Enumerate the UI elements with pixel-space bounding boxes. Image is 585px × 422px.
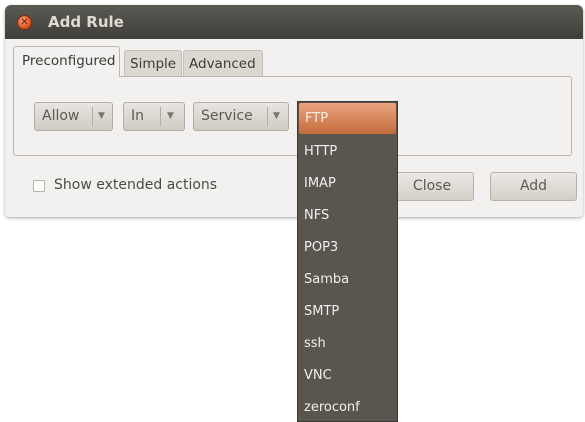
combo-separator	[267, 107, 268, 126]
window-close-button[interactable]: ✕	[17, 15, 32, 30]
category-combo[interactable]: Service ▼	[193, 102, 289, 131]
policy-combo-value: Allow	[42, 108, 80, 124]
dropdown-option-pop3[interactable]: POP3	[298, 232, 397, 263]
tab-preconfigured[interactable]: Preconfigured	[13, 46, 120, 77]
window-title: Add Rule	[48, 13, 124, 31]
dropdown-option-ftp[interactable]: FTP	[299, 103, 396, 134]
dropdown-option-http[interactable]: HTTP	[298, 136, 397, 167]
dropdown-option-zeroconf[interactable]: zeroconf	[298, 392, 397, 422]
close-icon: ✕	[20, 17, 29, 28]
direction-combo-value: In	[131, 108, 145, 124]
dropdown-option-samba[interactable]: Samba	[298, 264, 397, 295]
close-button[interactable]: Close	[390, 172, 474, 201]
triangle-down-icon: ▼	[98, 111, 105, 121]
dropdown-option-imap[interactable]: IMAP	[298, 168, 397, 199]
extended-actions-checkbox[interactable]	[33, 180, 45, 192]
dropdown-option-ssh[interactable]: ssh	[298, 328, 397, 359]
policy-combo[interactable]: Allow ▼	[34, 102, 113, 131]
combo-separator	[160, 107, 161, 126]
direction-combo[interactable]: In ▼	[123, 102, 185, 131]
category-combo-value: Service	[201, 108, 253, 124]
dropdown-option-vnc[interactable]: VNC	[298, 360, 397, 391]
combo-separator	[92, 107, 93, 126]
add-button[interactable]: Add	[490, 172, 577, 201]
screen: ✕ Add Rule Preconfigured Simple Advanced…	[0, 0, 585, 422]
title-bar: ✕ Add Rule	[5, 5, 583, 39]
triangle-down-icon: ▼	[167, 111, 174, 121]
dropdown-option-smtp[interactable]: SMTP	[298, 296, 397, 327]
tab-simple[interactable]: Simple	[124, 50, 182, 76]
extended-actions-label[interactable]: Show extended actions	[54, 177, 217, 193]
triangle-down-icon: ▼	[273, 111, 280, 121]
service-dropdown-list: FTP HTTP IMAP NFS POP3 Samba SMTP ssh VN…	[297, 101, 398, 422]
tab-advanced[interactable]: Advanced	[183, 50, 263, 76]
dropdown-option-nfs[interactable]: NFS	[298, 200, 397, 231]
